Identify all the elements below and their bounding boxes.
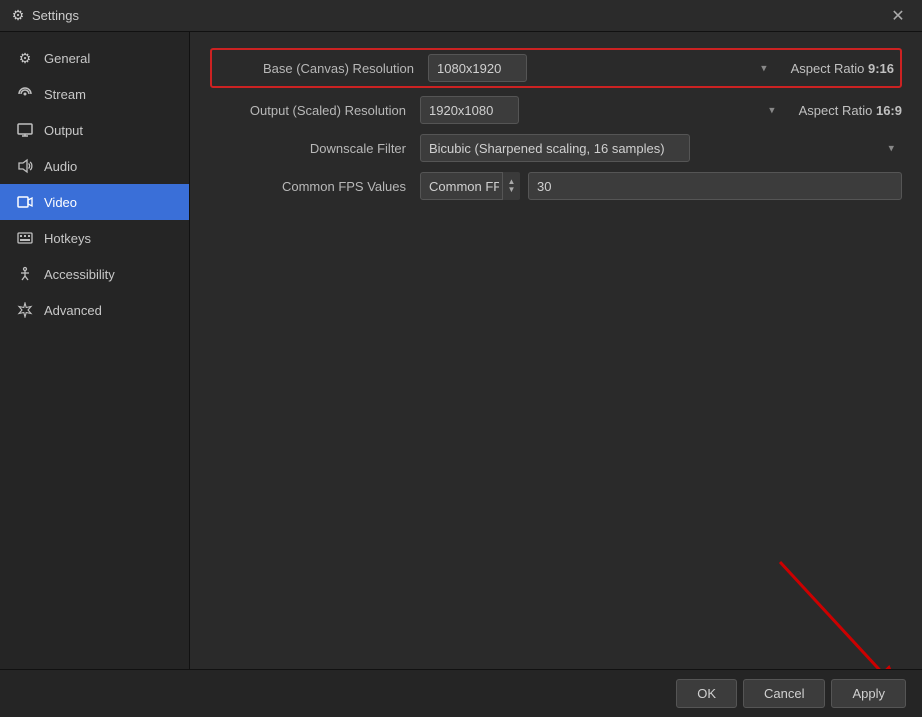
sidebar-label-audio: Audio xyxy=(44,159,77,174)
main-container: ⚙ General Stream Outpu xyxy=(0,32,922,669)
content-area: Base (Canvas) Resolution 1080x1920 1920x… xyxy=(190,32,922,669)
downscale-filter-select-wrapper: Bicubic (Sharpened scaling, 16 samples) … xyxy=(420,134,902,162)
sidebar-item-accessibility[interactable]: Accessibility xyxy=(0,256,189,292)
sidebar-label-hotkeys: Hotkeys xyxy=(44,231,91,246)
fps-value-wrapper: 30 24 25 48 60 120 xyxy=(528,172,902,200)
output-resolution-select[interactable]: 1920x1080 1280x720 1080x1920 3840x2160 xyxy=(420,96,519,124)
base-aspect-ratio-label: Aspect Ratio 9:16 xyxy=(783,61,894,76)
base-aspect-ratio-value: 9:16 xyxy=(868,61,894,76)
video-icon xyxy=(16,193,34,211)
output-resolution-label: Output (Scaled) Resolution xyxy=(210,103,420,118)
sidebar-label-advanced: Advanced xyxy=(44,303,102,318)
output-aspect-ratio-label: Aspect Ratio 16:9 xyxy=(791,103,902,118)
window-title: Settings xyxy=(32,8,884,23)
sidebar-item-output[interactable]: Output xyxy=(0,112,189,148)
advanced-icon xyxy=(16,301,34,319)
sidebar: ⚙ General Stream Outpu xyxy=(0,32,190,669)
sidebar-label-stream: Stream xyxy=(44,87,86,102)
fps-row: Common FPS Values Common FPS Values Inte… xyxy=(210,170,902,202)
cancel-button[interactable]: Cancel xyxy=(743,679,825,708)
sidebar-item-stream[interactable]: Stream xyxy=(0,76,189,112)
apply-button[interactable]: Apply xyxy=(831,679,906,708)
base-resolution-control: 1080x1920 1920x1080 1280x720 3840x2160 A… xyxy=(428,54,894,82)
base-resolution-label: Base (Canvas) Resolution xyxy=(218,61,428,76)
sidebar-label-video: Video xyxy=(44,195,77,210)
fps-type-wrapper: Common FPS Values Integer FPS Value Frac… xyxy=(420,172,520,200)
bottom-bar: OK Cancel Apply xyxy=(0,669,922,717)
output-icon xyxy=(16,121,34,139)
output-resolution-select-wrapper: 1920x1080 1280x720 1080x1920 3840x2160 xyxy=(420,96,783,124)
fps-type-select[interactable]: Common FPS Values Integer FPS Value Frac… xyxy=(420,172,520,200)
sidebar-label-accessibility: Accessibility xyxy=(44,267,115,282)
hotkeys-icon xyxy=(16,229,34,247)
sidebar-item-video[interactable]: Video xyxy=(0,184,189,220)
accessibility-icon xyxy=(16,265,34,283)
sidebar-label-general: General xyxy=(44,51,90,66)
fps-value-select[interactable]: 30 24 25 48 60 120 xyxy=(528,172,902,200)
sidebar-item-general[interactable]: ⚙ General xyxy=(0,40,189,76)
downscale-filter-select[interactable]: Bicubic (Sharpened scaling, 16 samples) … xyxy=(420,134,690,162)
output-resolution-row: Output (Scaled) Resolution 1920x1080 128… xyxy=(210,94,902,126)
settings-rows: Base (Canvas) Resolution 1080x1920 1920x… xyxy=(210,48,902,202)
downscale-filter-control: Bicubic (Sharpened scaling, 16 samples) … xyxy=(420,134,902,162)
base-resolution-select-wrapper: 1080x1920 1920x1080 1280x720 3840x2160 xyxy=(428,54,775,82)
sidebar-item-hotkeys[interactable]: Hotkeys xyxy=(0,220,189,256)
ok-button[interactable]: OK xyxy=(676,679,737,708)
app-icon: ⚙ xyxy=(10,8,26,24)
fps-label: Common FPS Values xyxy=(210,179,420,194)
general-icon: ⚙ xyxy=(16,49,34,67)
output-aspect-ratio-value: 16:9 xyxy=(876,103,902,118)
audio-icon xyxy=(16,157,34,175)
fps-control: Common FPS Values Integer FPS Value Frac… xyxy=(420,172,902,200)
downscale-filter-label: Downscale Filter xyxy=(210,141,420,156)
sidebar-item-audio[interactable]: Audio xyxy=(0,148,189,184)
base-resolution-row: Base (Canvas) Resolution 1080x1920 1920x… xyxy=(210,48,902,88)
title-bar: ⚙ Settings ✕ xyxy=(0,0,922,32)
output-resolution-control: 1920x1080 1280x720 1080x1920 3840x2160 A… xyxy=(420,96,902,124)
downscale-filter-row: Downscale Filter Bicubic (Sharpened scal… xyxy=(210,132,902,164)
sidebar-label-output: Output xyxy=(44,123,83,138)
base-resolution-select[interactable]: 1080x1920 1920x1080 1280x720 3840x2160 xyxy=(428,54,527,82)
sidebar-item-advanced[interactable]: Advanced xyxy=(0,292,189,328)
stream-icon xyxy=(16,85,34,103)
close-button[interactable]: ✕ xyxy=(884,2,912,30)
